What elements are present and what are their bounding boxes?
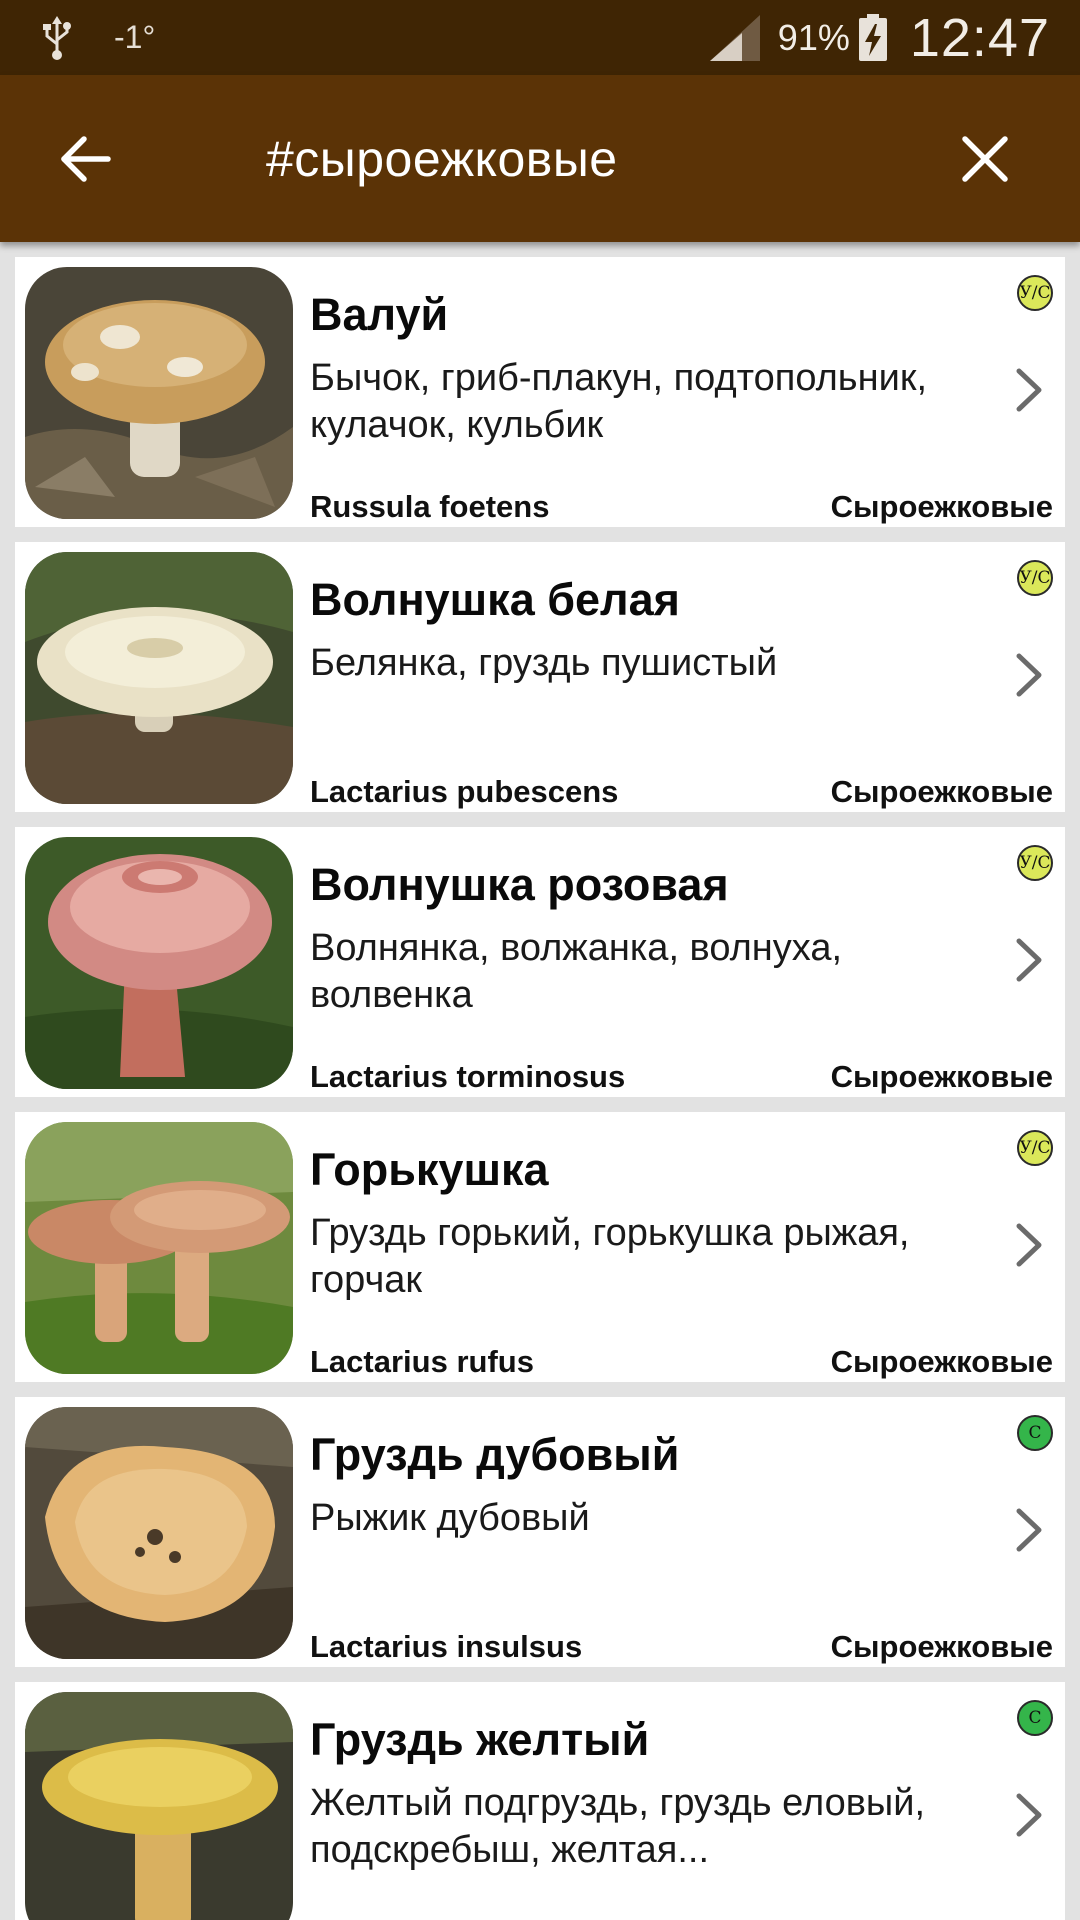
chevron-right-icon (1016, 653, 1042, 697)
chevron-right-icon (1016, 1508, 1042, 1552)
status-right: 91% 12:47 (708, 7, 1050, 69)
status-bar: -1° 91% 12:47 (0, 0, 1080, 75)
battery-percent: 91% (777, 16, 850, 58)
mushroom-name: Валуй (310, 289, 449, 340)
list-item[interactable]: Волнушка белая Белянка, груздь пушистый … (15, 542, 1065, 812)
list-item[interactable]: Груздь желтый Желтый подгруздь, груздь е… (15, 1682, 1065, 1920)
mushroom-name: Волнушка белая (310, 574, 680, 625)
edibility-badge: У/С (1017, 845, 1053, 881)
mushroom-aliases: Белянка, груздь пушистый (310, 642, 778, 684)
page-title: #сыроежковые (266, 130, 618, 187)
mushroom-family: Сыроежковые (830, 1344, 1053, 1379)
battery-charging-icon (858, 13, 887, 61)
chevron-right-icon (1016, 1223, 1042, 1267)
back-button[interactable] (30, 104, 140, 214)
chevron-right-icon (1016, 1793, 1042, 1837)
status-left: -1° (40, 15, 156, 60)
chevron-right-icon (1016, 368, 1042, 412)
mushroom-name: Груздь дубовый (310, 1429, 680, 1480)
edibility-badge: У/С (1017, 560, 1053, 596)
mushroom-family: Сыроежковые (830, 1629, 1053, 1664)
mushroom-family: Сыроежковые (830, 774, 1053, 809)
mushroom-gorkushka-image (25, 1122, 293, 1374)
clock: 12:47 (909, 7, 1050, 68)
mushroom-aliases: Груздь горький, горькушка рыжая, горчак (310, 1212, 910, 1301)
mushroom-latin-name: Russula foetens (310, 489, 550, 524)
edibility-badge: С (1017, 1700, 1053, 1736)
arrow-back-icon (61, 135, 111, 182)
mushroom-family: Сыроежковые (830, 489, 1053, 524)
mushroom-aliases: Рыжик дубовый (310, 1497, 590, 1539)
usb-icon (43, 15, 71, 60)
mushroom-family: Сыроежковые (830, 1059, 1053, 1094)
app-bar: #сыроежковые (0, 75, 1080, 242)
mushroom-name: Груздь желтый (310, 1714, 650, 1765)
mushroom-aliases: Желтый подгруздь, груздь еловый, подскре… (310, 1782, 926, 1871)
mushroom-valui-image (25, 267, 293, 519)
list-item[interactable]: Груздь дубовый Рыжик дубовый Lactarius i… (15, 1397, 1065, 1667)
list-item[interactable]: Волнушка розовая Волнянка, волжанка, вол… (15, 827, 1065, 1097)
mushroom-latin-name: Lactarius rufus (310, 1344, 534, 1379)
edibility-badge: У/С (1017, 1130, 1053, 1166)
edibility-badge: С (1017, 1415, 1053, 1451)
list-item[interactable]: Валуй Бычок, гриб-плакун, подтопольник, … (15, 257, 1065, 527)
list-item[interactable]: Горькушка Груздь горький, горькушка рыжа… (15, 1112, 1065, 1382)
mushroom-aliases: Волнянка, волжанка, волнуха, волвенка (310, 927, 843, 1016)
mushroom-latin-name: Lactarius torminosus (310, 1059, 626, 1094)
mushroom-aliases: Бычок, гриб-плакун, подтопольник, кулачо… (310, 357, 927, 446)
edibility-badge: У/С (1017, 275, 1053, 311)
mushroom-white-volnushka-image (25, 552, 293, 804)
mushroom-pink-volnushka-image (25, 837, 293, 1089)
mushroom-latin-name: Lactarius insulsus (310, 1629, 583, 1664)
mushroom-yellow-gruzd-image (25, 1692, 293, 1920)
temperature-text: -1° (114, 19, 156, 55)
signal-icon (709, 14, 760, 61)
mushroom-name: Горькушка (310, 1144, 549, 1195)
chevron-right-icon (1016, 938, 1042, 982)
mushroom-name: Волнушка розовая (310, 859, 729, 910)
close-button[interactable] (930, 104, 1040, 214)
close-icon (962, 135, 1008, 182)
mushroom-latin-name: Lactarius pubescens (310, 774, 619, 809)
mushroom-oak-gruzd-image (25, 1407, 293, 1659)
